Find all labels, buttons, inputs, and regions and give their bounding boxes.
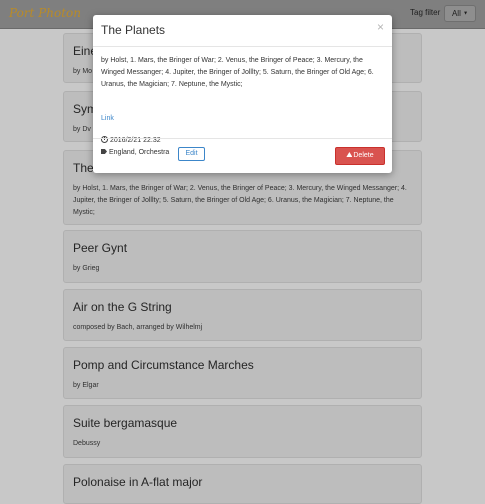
delete-label: Delete (353, 152, 374, 159)
modal-header: The Planets × (93, 15, 392, 47)
modal-description: by Holst, 1. Mars, the Bringer of War; 2… (101, 57, 374, 88)
piece-detail-modal: The Planets × by Holst, 1. Mars, the Bri… (93, 15, 392, 173)
piece-link[interactable]: Link (101, 115, 114, 122)
tags-text: England, Orchestra (109, 149, 170, 156)
modal-title: The Planets (101, 23, 166, 37)
edit-tags-button[interactable]: Edit (178, 147, 205, 161)
delete-button[interactable]: Delete (335, 147, 385, 165)
close-icon[interactable]: × (377, 20, 384, 34)
tag-icon (101, 149, 107, 154)
warning-icon (346, 152, 353, 157)
tag-list: England, Orchestra (101, 149, 169, 156)
